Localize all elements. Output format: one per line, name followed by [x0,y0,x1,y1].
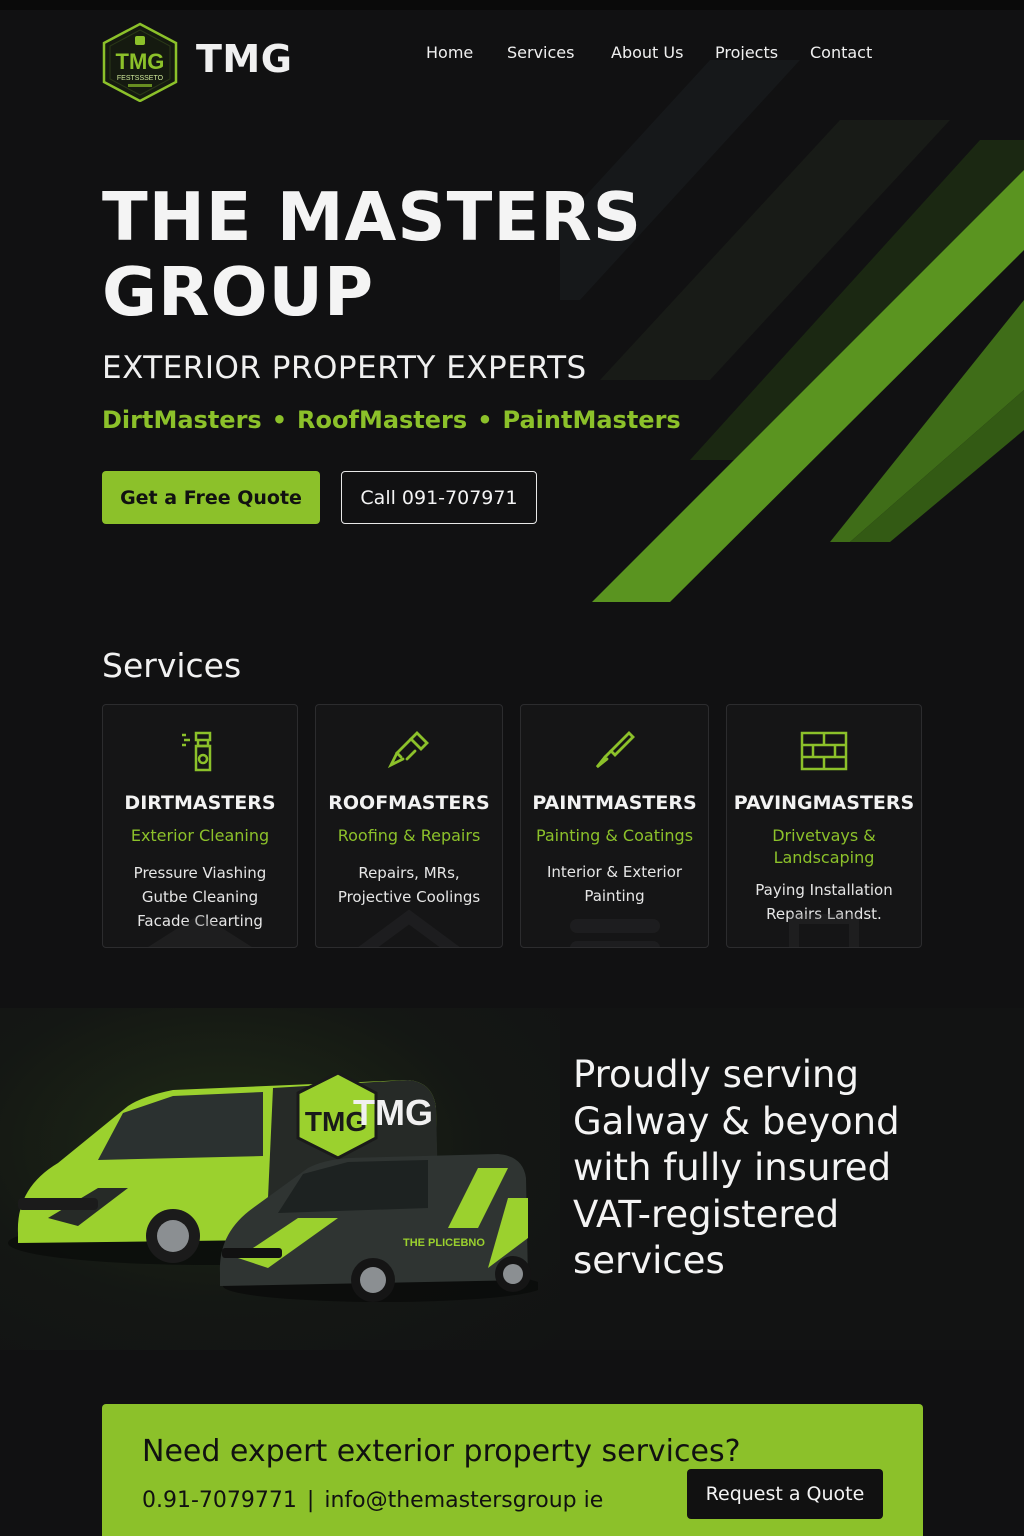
service-area-line: Proudly serving [573,1053,859,1096]
service-description-line: Pressure Viashing [133,864,267,882]
service-subtitle-line: Roofing & Repairs [337,826,481,845]
service-card-roofmasters[interactable]: ROOFMASTERS Roofing & Repairs Repairs, M… [315,704,503,948]
service-subtitle: Painting & Coatings [521,825,708,847]
cta-phone-link[interactable]: 0.91-7079771 [142,1488,297,1513]
service-description: Repairs, MRs, Projective Coolings [316,861,502,909]
hero-subtitle: EXTERIOR PROPERTY EXPERTS [102,350,587,386]
nav-home[interactable]: Home [426,43,473,62]
service-area-line: Galway & beyond [573,1099,900,1143]
hero-title-line2: GROUP [102,253,375,331]
service-description-line: Paying Installation [755,881,893,899]
service-description-line: Painting [584,887,645,905]
service-subtitle: Roofing & Repairs [316,825,502,847]
small-van-text: THE PLICEBNO [403,1237,485,1249]
cta-separator: | [306,1488,315,1513]
service-subtitle: Exterior Cleaning [103,825,297,847]
hero-title-line1: THE MASTERS [102,178,642,256]
fleet-section: TMG TMG THE PLICEBNO Proudly serving Gal… [0,1008,1024,1350]
service-subtitle-line: Painting & Coatings [535,826,694,845]
hero-title: THE MASTERS GROUP [102,180,642,330]
service-card-dirtmasters[interactable]: DIRTMASTERS Exterior Cleaning Pressure V… [102,704,298,948]
service-description-line: Repairs, MRs, [358,864,460,882]
spray-bottle-icon [103,727,297,775]
top-edge-bar [0,0,1024,10]
brand-roofmasters: RoofMasters [297,406,468,434]
service-name: ROOFMASTERS [328,792,490,814]
request-quote-button[interactable]: Request a Quote [687,1469,883,1519]
service-card-pavingmasters[interactable]: PAVINGMASTERS Drivetvays & Landscaping P… [726,704,922,948]
ghost-brick-icon [727,909,921,947]
service-description: Interior & Exterior Painting [521,860,708,908]
brand-separator: • [477,406,493,434]
hero-brand-list: DirtMasters • RoofMasters • PaintMasters [102,406,681,434]
service-subtitle: Drivetvays & Landscaping [727,825,921,869]
service-description-line: Gutbe Cleaning [141,888,259,906]
brick-wall-icon [727,727,921,775]
service-name: DIRTMASTERS [124,792,276,814]
service-area-line: VAT-registered [573,1192,840,1236]
service-subtitle-line: Landscaping [773,848,875,867]
brand-paintmasters: PaintMasters [502,406,681,434]
service-name: PAINTMASTERS [532,792,697,814]
service-description-line: Interior & Exterior [546,863,683,881]
ghost-paint-roller-icon [521,909,708,947]
service-subtitle-line: Drivetvays & [772,826,876,845]
branded-vans-image: TMG TMG THE PLICEBNO [8,1068,543,1318]
services-heading: Services [102,646,242,685]
service-card-paintmasters[interactable]: PAINTMASTERS Painting & Coatings Interio… [520,704,709,948]
call-phone-button[interactable]: Call 091-707971 [341,471,537,524]
hero-diagonal-stripes [560,60,1024,620]
service-description-line: Projective Coolings [337,888,481,906]
service-area-line: services [573,1239,725,1282]
van-brand-text: TMG [353,1092,433,1133]
roof-tool-icon [316,727,502,775]
brand-dirtmasters: DirtMasters [102,406,262,434]
get-free-quote-button[interactable]: Get a Free Quote [102,471,320,524]
paint-brush-icon [521,727,708,775]
cta-contact-details: 0.91-7079771 | info@themastersgroup ie [142,1488,603,1513]
service-name: PAVINGMASTERS [733,792,915,814]
brand-separator: • [271,406,288,434]
cta-email-link[interactable]: info@themastersgroup ie [324,1488,603,1513]
ghost-house-icon [103,909,297,947]
service-area-message: Proudly serving Galway & beyond with ful… [573,1052,993,1285]
cta-heading: Need expert exterior property services? [142,1434,741,1469]
contact-cta-banner: Need expert exterior property services? … [102,1404,923,1536]
service-subtitle-line: Exterior Cleaning [130,826,270,845]
svg-text:FESTSSSETO: FESTSSSETO [117,75,164,82]
ghost-roof-icon [316,909,502,947]
service-area-line: with fully insured [573,1146,892,1189]
